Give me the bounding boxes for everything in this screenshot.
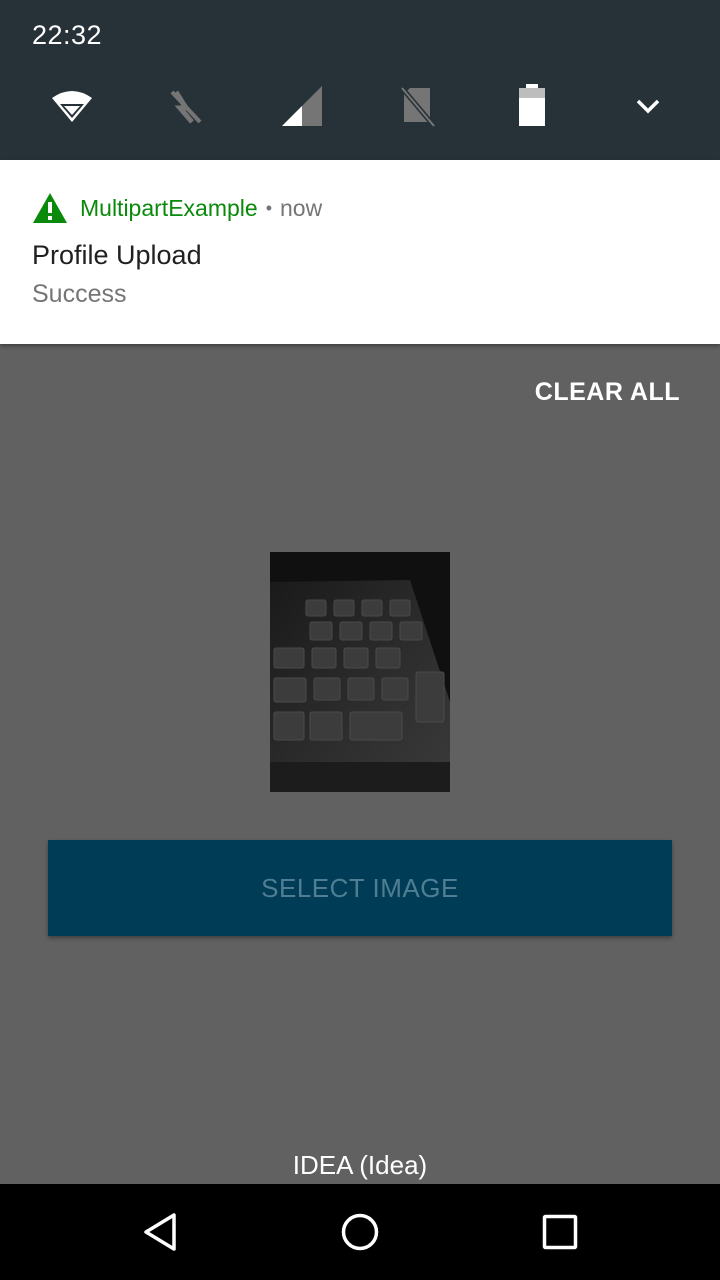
- home-icon: [341, 1213, 379, 1251]
- navigation-bar: [0, 1184, 720, 1280]
- clock: 22:32: [32, 20, 103, 50]
- notification-card[interactable]: MultipartExample • now Profile Upload Su…: [0, 160, 720, 344]
- keyboard-photo: [270, 552, 450, 792]
- header-separator: •: [265, 197, 272, 218]
- notification-text: Success: [32, 280, 127, 308]
- notification-header: MultipartExample • now: [32, 190, 322, 226]
- selected-image-preview: [270, 552, 450, 792]
- cellular-tile[interactable]: [280, 84, 324, 128]
- recents-icon: [542, 1214, 578, 1250]
- expand-settings-button[interactable]: [626, 84, 670, 128]
- warning-triangle-icon: [33, 193, 67, 223]
- back-button[interactable]: [136, 1208, 184, 1256]
- wifi-tile[interactable]: [50, 84, 94, 128]
- battery-icon: [519, 84, 545, 126]
- data-tile[interactable]: [164, 84, 208, 128]
- clear-all-button[interactable]: CLEAR ALL: [535, 378, 680, 407]
- notification-title: Profile Upload: [32, 240, 202, 270]
- wifi-icon: [52, 91, 92, 122]
- notification-time: now: [280, 194, 323, 221]
- data-off-icon: [170, 90, 202, 124]
- select-image-button[interactable]: SELECT IMAGE: [48, 840, 672, 936]
- quick-settings-panel: 22:32: [0, 0, 720, 160]
- carrier-label: IDEA (Idea): [292, 1150, 428, 1180]
- cellular-signal-icon: [282, 86, 322, 126]
- no-sim-icon: [400, 86, 436, 128]
- back-icon: [144, 1213, 176, 1251]
- recents-button[interactable]: [536, 1208, 584, 1256]
- battery-tile[interactable]: [510, 84, 554, 128]
- sim-tile[interactable]: [396, 84, 440, 128]
- home-button[interactable]: [336, 1208, 384, 1256]
- notification-app-name: MultipartExample: [80, 194, 258, 221]
- expand-chevron-icon: [636, 99, 660, 114]
